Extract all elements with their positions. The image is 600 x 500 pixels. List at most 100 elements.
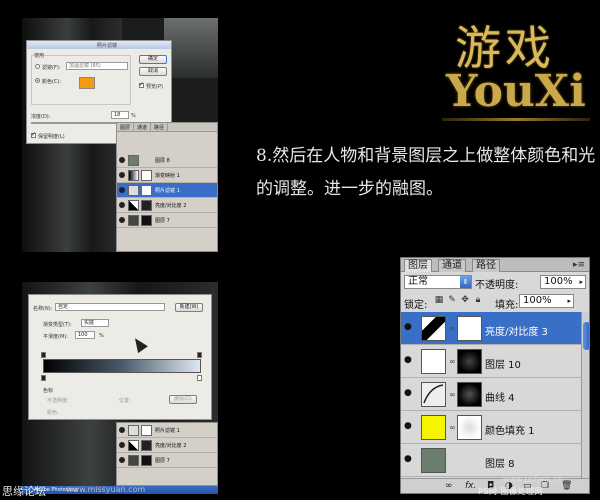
step-instruction: 8.然后在人物和背景图层之上做整体颜色和光的调整。进一步的融图。	[256, 146, 596, 199]
fill-input[interactable]: 100% ▸	[519, 294, 574, 308]
layers-scrollbar[interactable]	[581, 312, 589, 478]
lock-move-icon[interactable]: ✥	[460, 295, 470, 306]
eye-icon[interactable]	[119, 457, 125, 463]
chevron-right-icon[interactable]: ▸	[579, 276, 583, 288]
color-label: 颜色(C):	[42, 79, 62, 85]
ok-button[interactable]: 确定	[139, 55, 167, 64]
preview-checkbox[interactable]	[139, 81, 144, 88]
eye-icon[interactable]	[119, 442, 125, 448]
filter-label: 滤镜(F):	[42, 65, 61, 71]
logo-underline	[442, 118, 590, 121]
layer-name: 亮度/对比度 2	[155, 203, 187, 209]
density-input[interactable]: 18	[111, 111, 129, 119]
preserve-luminosity-checkbox[interactable]	[31, 131, 36, 138]
watermark-right: PS网 图像处理网	[478, 487, 543, 496]
eye-icon[interactable]	[119, 427, 125, 433]
tab-channels[interactable]: 通道	[134, 123, 152, 132]
layer-row-color-fill-1[interactable]: ● ∞ 颜色填充 1	[401, 411, 581, 444]
color-swatch[interactable]	[79, 77, 95, 89]
layer-row-layer-8[interactable]: ● 图层 8	[401, 444, 581, 477]
smoothness-input[interactable]: 100	[75, 331, 95, 339]
adjustment-thumbnail	[421, 316, 446, 341]
opacity-input[interactable]: 100% ▸	[540, 275, 586, 289]
layer-row[interactable]: 渐变映射 1	[117, 168, 217, 183]
layer-thumbnail	[128, 170, 139, 181]
color-stop-left[interactable]	[41, 375, 46, 381]
layer-row-brightness-contrast-3[interactable]: ● ∞ 亮度/对比度 3	[401, 312, 581, 345]
layer-mask	[141, 185, 152, 196]
name-input[interactable]: 自定	[55, 303, 165, 311]
layer-row[interactable]: 图层 7	[117, 453, 217, 468]
screenshot-photo-filter: 照片滤镜 使用 滤镜(F): 加温滤镜 (85) 颜色(C): 浓度(D): 1…	[22, 18, 218, 252]
chain-link-icon[interactable]: ∞	[449, 324, 456, 333]
lock-paint-icon[interactable]: ✎	[447, 295, 457, 306]
layer-mask-thumbnail	[457, 349, 482, 374]
opacity-stop-right[interactable]	[197, 352, 202, 358]
layer-row[interactable]: 亮度/对比度 2	[117, 198, 217, 213]
lock-all-icon[interactable]: 🔒︎	[473, 295, 483, 306]
lock-label: 锁定:	[404, 300, 428, 311]
lock-transparent-icon[interactable]: ▦	[434, 295, 444, 306]
cancel-button[interactable]: 取消	[139, 67, 167, 76]
gradient-type-select[interactable]: 实底	[81, 319, 109, 327]
eye-icon[interactable]	[119, 187, 125, 193]
blend-mode-select[interactable]: 正常 ⇕	[404, 275, 472, 289]
layer-row-layer-10[interactable]: ● ∞ 图层 10	[401, 345, 581, 378]
layer-name: 照片滤镜 1	[155, 428, 180, 434]
eye-icon[interactable]: ●	[404, 323, 415, 332]
chain-link-icon[interactable]: ∞	[449, 423, 456, 432]
layer-thumbnail	[128, 440, 139, 451]
layer-thumbnail	[128, 155, 139, 166]
layer-thumbnail	[421, 349, 446, 374]
tab-channels[interactable]: 通道	[438, 259, 466, 272]
smoothness-unit: %	[99, 333, 104, 339]
layer-row[interactable]: 图层 7	[117, 213, 217, 228]
opacity-stop-left[interactable]	[41, 352, 46, 358]
layer-name: 亮度/对比度 2	[155, 443, 187, 449]
eye-icon[interactable]	[119, 172, 125, 178]
new-button[interactable]: 新建(W)	[175, 303, 203, 312]
tab-layers[interactable]: 图层	[404, 259, 432, 272]
layer-style-icon[interactable]: fx.	[465, 481, 476, 491]
chevron-right-icon[interactable]: ▸	[567, 295, 571, 307]
chain-link-icon[interactable]: ∞	[449, 390, 456, 399]
eye-icon[interactable]: ●	[404, 389, 415, 398]
color-radio[interactable]	[35, 78, 40, 83]
layer-mask	[141, 440, 152, 451]
eye-icon[interactable]: ●	[404, 356, 415, 365]
link-layers-icon[interactable]: ∞	[445, 481, 453, 491]
delete-stop-button[interactable]: 删除(D)	[169, 395, 197, 404]
trash-icon[interactable]: 🗑︎	[561, 481, 572, 491]
layer-row[interactable]: 亮度/对比度 2	[117, 438, 217, 453]
tab-paths[interactable]: 路径	[151, 123, 169, 132]
color-stop-right[interactable]	[197, 375, 202, 381]
eye-icon[interactable]: ●	[404, 422, 415, 431]
eye-icon[interactable]	[119, 217, 125, 223]
layer-row-curves-4[interactable]: ● ∞ 曲线 4	[401, 378, 581, 411]
panel-menu-icon[interactable]: ▸≡	[573, 260, 585, 270]
dropdown-arrow-icon[interactable]: ⇕	[460, 276, 471, 288]
layer-name: 图层 7	[155, 218, 170, 224]
tab-paths[interactable]: 路径	[472, 259, 500, 272]
layer-mask	[141, 170, 152, 181]
layer-thumbnail	[128, 215, 139, 226]
filter-select[interactable]: 加温滤镜 (85)	[66, 62, 128, 70]
gradient-bar[interactable]	[43, 359, 201, 373]
layer-mask	[141, 425, 152, 436]
layer-row[interactable]: 照片滤镜 1	[117, 183, 217, 198]
eye-icon[interactable]	[119, 157, 125, 163]
eye-icon[interactable]: ●	[404, 455, 415, 464]
eye-icon[interactable]	[119, 202, 125, 208]
preview-label: 预览(P)	[146, 84, 163, 90]
filter-radio[interactable]	[35, 64, 40, 69]
layers-tabs-small: 图层 通道 路径	[117, 123, 217, 132]
chain-link-icon[interactable]: ∞	[449, 357, 456, 366]
tab-layers[interactable]: 图层	[117, 123, 135, 132]
layer-row[interactable]: 照片滤镜 1	[117, 423, 217, 438]
density-label: 浓度(D):	[31, 114, 51, 120]
density-slider[interactable]	[31, 122, 129, 124]
layer-mask-thumbnail	[457, 382, 482, 407]
layer-row[interactable]: 图层 8	[117, 153, 217, 168]
scrollbar-thumb[interactable]	[583, 322, 589, 350]
density-unit: %	[131, 113, 136, 119]
